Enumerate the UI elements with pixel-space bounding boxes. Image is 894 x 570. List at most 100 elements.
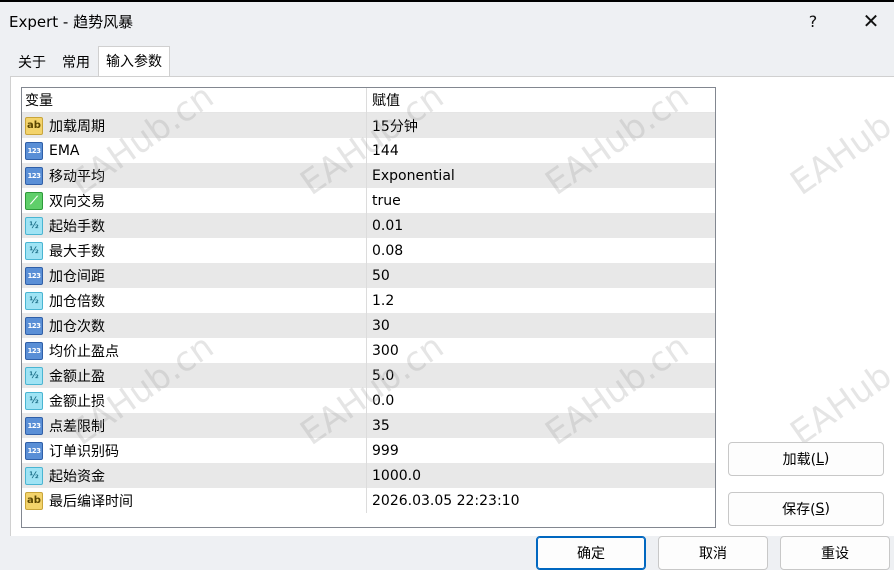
value-cell[interactable]: 1000.0 [367, 468, 715, 484]
grid-row[interactable]: 123 均价止盈点 300 [22, 338, 715, 363]
value-cell[interactable]: 300 [367, 343, 715, 359]
grid-row[interactable]: 123 点差限制 35 [22, 413, 715, 438]
variable-name: 金额止盈 [49, 368, 105, 385]
value-cell[interactable]: 1.2 [367, 293, 715, 309]
grid-row[interactable]: 123 加仓间距 50 [22, 263, 715, 288]
close-button[interactable]: ✕ [848, 4, 894, 38]
variable-cell[interactable]: ½ 最大手数 [22, 238, 367, 263]
value-cell[interactable]: 2026.03.05 22:23:10 [367, 493, 715, 509]
variable-name: 起始资金 [49, 468, 105, 485]
save-accelerator: S [815, 501, 825, 517]
variable-cell[interactable]: ½ 起始资金 [22, 463, 367, 488]
integer-icon: 123 [25, 441, 43, 460]
variable-cell[interactable]: ½ 金额止盈 [22, 363, 367, 388]
variable-name: 点差限制 [49, 418, 105, 435]
double-icon: ½ [25, 291, 43, 310]
tab-strip: 关于 常用 输入参数 [10, 46, 170, 76]
tab-inputs[interactable]: 输入参数 [98, 46, 170, 76]
variable-cell[interactable]: 123 加仓间距 [22, 263, 367, 288]
variable-cell[interactable]: 123 加仓次数 [22, 313, 367, 338]
help-button[interactable]: ? [790, 4, 836, 38]
integer-icon: 123 [25, 341, 43, 360]
variable-name: 加仓间距 [49, 268, 105, 285]
grid-row[interactable]: ab 最后编译时间 2026.03.05 22:23:10 [22, 488, 715, 513]
load-button[interactable]: 加载(L) [728, 442, 884, 476]
variable-cell[interactable]: ab 加载周期 [22, 113, 367, 138]
integer-icon: 123 [25, 266, 43, 285]
integer-icon: 123 [25, 316, 43, 335]
value-cell[interactable]: 0.08 [367, 243, 715, 259]
value-cell[interactable]: 50 [367, 268, 715, 284]
save-label-end: ) [824, 501, 830, 517]
value-cell[interactable]: 5.0 [367, 368, 715, 384]
grid-row[interactable]: 123 加仓次数 30 [22, 313, 715, 338]
value-cell[interactable]: 999 [367, 443, 715, 459]
variable-name: 金额止损 [49, 393, 105, 410]
variable-cell[interactable]: ab 最后编译时间 [22, 488, 367, 513]
value-cell[interactable]: true [367, 193, 715, 209]
ok-button[interactable]: 确定 [536, 536, 646, 570]
variable-name: EMA [49, 142, 80, 159]
header-variable[interactable]: 变量 [22, 87, 367, 113]
save-label: 保存( [782, 502, 816, 518]
variable-name: 加仓次数 [49, 318, 105, 335]
value-cell[interactable]: 35 [367, 418, 715, 434]
grid-row[interactable]: ½ 起始资金 1000.0 [22, 463, 715, 488]
grid-row[interactable]: ½ 起始手数 0.01 [22, 213, 715, 238]
variable-cell[interactable]: 123 订单识别码 [22, 438, 367, 463]
header-value[interactable]: 赋值 [367, 90, 715, 110]
variable-name: 最后编译时间 [49, 493, 133, 510]
variable-cell[interactable]: 123 均价止盈点 [22, 338, 367, 363]
variable-cell[interactable]: ½ 金额止损 [22, 388, 367, 413]
bool-icon: ⟋ [25, 191, 43, 210]
grid-row[interactable]: ½ 金额止盈 5.0 [22, 363, 715, 388]
variable-name: 加载周期 [49, 118, 105, 135]
variable-cell[interactable]: ½ 加仓倍数 [22, 288, 367, 313]
variable-cell[interactable]: ⟋ 双向交易 [22, 188, 367, 213]
variable-name: 双向交易 [49, 193, 105, 210]
reset-button[interactable]: 重设 [780, 536, 890, 570]
variable-name: 均价止盈点 [49, 343, 119, 360]
grid-row[interactable]: ½ 加仓倍数 1.2 [22, 288, 715, 313]
title-bar: Expert - 趋势风暴 ? ✕ [0, 2, 894, 40]
grid-row[interactable]: ½ 最大手数 0.08 [22, 238, 715, 263]
variable-name: 最大手数 [49, 243, 105, 260]
grid-row[interactable]: ⟋ 双向交易 true [22, 188, 715, 213]
inputs-grid[interactable]: 变量 赋值 ab 加载周期 15分钟 123 EMA 144 123 移动平均 Exponent… [21, 87, 716, 528]
variable-cell[interactable]: 123 EMA [22, 138, 367, 163]
value-cell[interactable]: 15分钟 [367, 116, 715, 136]
variable-name: 加仓倍数 [49, 293, 105, 310]
tab-common[interactable]: 常用 [54, 48, 98, 76]
load-label-end: ) [823, 451, 830, 467]
variable-cell[interactable]: 123 点差限制 [22, 413, 367, 438]
value-cell[interactable]: Exponential [367, 168, 715, 184]
load-label: 加载( [782, 452, 817, 468]
value-cell[interactable]: 0.01 [367, 218, 715, 234]
grid-row[interactable]: ½ 金额止损 0.0 [22, 388, 715, 413]
integer-icon: 123 [25, 166, 43, 185]
double-icon: ½ [25, 241, 43, 260]
cancel-button[interactable]: 取消 [658, 536, 768, 570]
grid-row[interactable]: 123 EMA 144 [22, 138, 715, 163]
variable-name: 起始手数 [49, 218, 105, 235]
load-accelerator: L [816, 451, 824, 467]
window-title: Expert - 趋势风暴 [9, 13, 134, 31]
string-icon: ab [25, 491, 43, 510]
grid-row[interactable]: 123 移动平均 Exponential [22, 163, 715, 188]
string-icon: ab [25, 116, 43, 135]
variable-name: 移动平均 [49, 168, 105, 185]
integer-icon: 123 [25, 416, 43, 435]
grid-row[interactable]: ab 加载周期 15分钟 [22, 113, 715, 138]
value-cell[interactable]: 144 [367, 143, 715, 159]
variable-cell[interactable]: ½ 起始手数 [22, 213, 367, 238]
integer-icon: 123 [25, 141, 43, 160]
double-icon: ½ [25, 466, 43, 485]
value-cell[interactable]: 30 [367, 318, 715, 334]
grid-header: 变量 赋值 [22, 87, 715, 113]
variable-cell[interactable]: 123 移动平均 [22, 163, 367, 188]
tab-about[interactable]: 关于 [10, 48, 54, 76]
value-cell[interactable]: 0.0 [367, 393, 715, 409]
grid-row[interactable]: 123 订单识别码 999 [22, 438, 715, 463]
save-button[interactable]: 保存(S) [728, 492, 884, 526]
double-icon: ½ [25, 216, 43, 235]
